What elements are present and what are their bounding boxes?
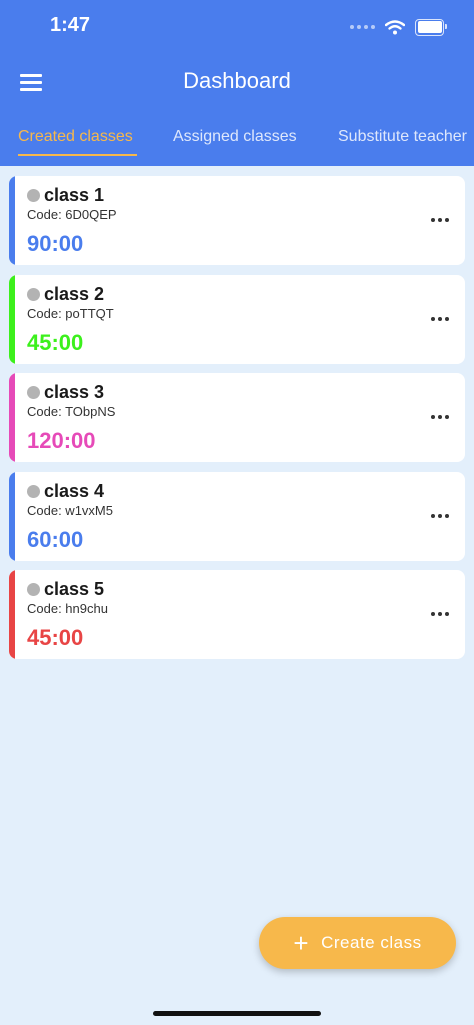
card-accent xyxy=(9,471,15,561)
tab-substitute-teacher[interactable]: Substitute teacher xyxy=(338,128,467,146)
status-time: 1:47 xyxy=(50,14,91,36)
status-icons xyxy=(350,16,447,38)
page-title: Dashboard xyxy=(183,68,291,93)
more-options-icon[interactable] xyxy=(431,612,449,616)
class-code: Code: hn9chu xyxy=(27,601,108,616)
app-header: 1:47 Dashboard Created classes Assigned … xyxy=(0,0,474,166)
class-duration: 45:00 xyxy=(27,625,84,650)
create-class-label: Create class xyxy=(321,933,422,952)
status-dot xyxy=(27,189,40,202)
class-name: class 2 xyxy=(44,283,105,304)
create-class-button[interactable]: + Create class xyxy=(259,917,456,969)
active-tab-indicator xyxy=(18,154,137,156)
class-code: Code: TObpNS xyxy=(27,404,116,419)
battery-icon xyxy=(415,18,447,36)
card-accent xyxy=(9,570,15,659)
class-code: Code: w1vxM5 xyxy=(27,502,113,518)
more-options-icon[interactable] xyxy=(431,415,449,419)
more-options-icon[interactable] xyxy=(431,513,449,518)
status-dot xyxy=(27,583,40,596)
card-accent xyxy=(9,176,15,265)
class-duration: 45:00 xyxy=(27,329,84,355)
tab-bar: Created classes Assigned classes Substit… xyxy=(0,128,474,166)
class-card[interactable]: class 1 Code: 6D0QEP 90:00 xyxy=(9,176,465,265)
class-name: class 3 xyxy=(44,382,105,402)
class-code: Code: poTTQT xyxy=(27,305,114,321)
tab-assigned-classes[interactable]: Assigned classes xyxy=(173,128,297,146)
home-indicator xyxy=(153,1011,321,1016)
class-name: class 4 xyxy=(44,480,105,501)
class-card[interactable]: class 4 Code: w1vxM5 60:00 xyxy=(9,471,465,561)
class-name: class 5 xyxy=(44,579,105,599)
plus-icon: + xyxy=(293,928,310,958)
wifi-icon xyxy=(385,19,405,34)
card-accent xyxy=(9,373,15,462)
class-card[interactable]: class 2 Code: poTTQT 45:00 xyxy=(9,274,465,364)
class-code: Code: 6D0QEP xyxy=(27,207,117,222)
tab-created-classes[interactable]: Created classes xyxy=(18,128,133,146)
class-name: class 1 xyxy=(44,185,105,205)
more-options-icon[interactable] xyxy=(431,218,449,222)
status-dot xyxy=(27,386,40,399)
more-options-icon[interactable] xyxy=(431,316,449,321)
class-card[interactable]: class 5 Code: hn9chu 45:00 xyxy=(9,570,465,659)
card-accent xyxy=(9,274,15,364)
class-duration: 120:00 xyxy=(27,428,96,453)
cellular-icon xyxy=(350,25,375,29)
class-list: class 1 Code: 6D0QEP 90:00 class 2 Code:… xyxy=(9,176,465,669)
class-duration: 60:00 xyxy=(27,526,84,552)
status-dot xyxy=(27,484,40,498)
class-card[interactable]: class 3 Code: TObpNS 120:00 xyxy=(9,373,465,462)
status-dot xyxy=(27,287,40,301)
class-duration: 90:00 xyxy=(27,231,84,256)
